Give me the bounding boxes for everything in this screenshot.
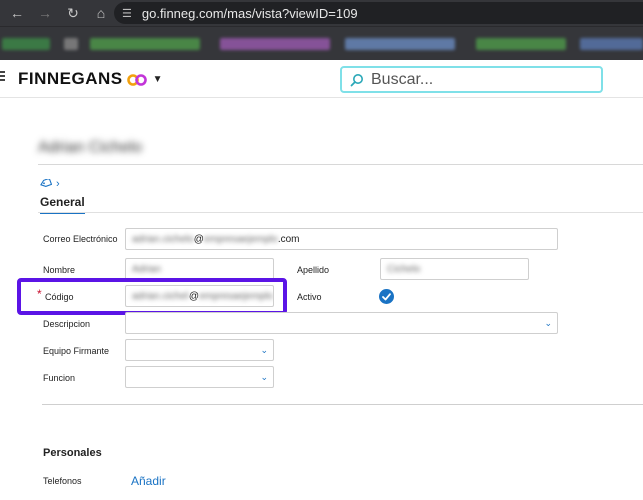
search-box[interactable] [340, 66, 603, 93]
browser-toolbar: ← → ↻ ⌂ ☰ go.finneg.com/mas/vista?viewID… [0, 0, 643, 26]
bookmark-item[interactable] [64, 38, 78, 50]
back-icon[interactable]: ← [6, 2, 28, 24]
correo-at: @ [193, 233, 204, 245]
required-mark: * [37, 287, 42, 301]
correo-user-value: adrian.cichelo [132, 233, 194, 245]
codigo-user-value: adrian.cichelo [132, 290, 189, 302]
brand-name: FINNEGANS [18, 69, 123, 88]
activo-checkbox[interactable] [379, 289, 394, 304]
bookmarks-bar [0, 26, 643, 60]
bookmark-item[interactable] [90, 38, 200, 50]
forward-icon[interactable]: → [34, 2, 56, 24]
nombre-value: Adrian [132, 263, 161, 275]
url-text: go.finneg.com/mas/vista?viewID=109 [141, 5, 358, 21]
app-header: FINNEGANS ▼ [0, 60, 643, 98]
apellido-value: Cichelo [387, 263, 421, 275]
page-title: Adrian Cichelo [38, 139, 143, 156]
descripcion-select[interactable]: ⌄ [125, 312, 558, 334]
bookmark-item[interactable] [476, 38, 566, 50]
nombre-label: Nombre [43, 265, 76, 275]
divider [42, 404, 643, 405]
divider [38, 164, 643, 165]
personales-title: Personales [43, 447, 102, 459]
funcion-select[interactable]: ⌄ [125, 366, 274, 388]
correo-suffix: .com [277, 233, 300, 245]
divider [38, 212, 643, 213]
chevron-right-icon: › [56, 178, 60, 190]
equipo-firmante-select[interactable]: ⌄ [125, 339, 274, 361]
descripcion-label: Descripcion [43, 319, 91, 329]
search-icon [350, 73, 363, 86]
funcion-label: Funcion [43, 373, 76, 383]
telefonos-label: Telefonos [43, 476, 82, 486]
tag-icon [40, 179, 52, 187]
finnegans-logo-icon [126, 72, 147, 86]
bookmark-item[interactable] [580, 38, 643, 50]
equipo-firmante-label: Equipo Firmante [43, 346, 110, 356]
activo-label: Activo [297, 292, 322, 302]
breadcrumb[interactable]: › [40, 178, 60, 190]
correo-domain-value: empresaejemplo [203, 233, 278, 245]
correo-field[interactable]: adrian.cichelo @ empresaejemplo .com [125, 228, 558, 250]
site-settings-icon[interactable]: ☰ [122, 7, 132, 20]
bookmark-item[interactable] [2, 38, 50, 50]
add-telefono-link[interactable]: Añadir [131, 474, 166, 488]
bookmark-item[interactable] [220, 38, 330, 50]
home-icon[interactable]: ⌂ [90, 2, 112, 24]
menu-icon[interactable] [0, 71, 5, 81]
reload-icon[interactable]: ↻ [62, 2, 84, 24]
chevron-down-icon: ⌄ [260, 372, 268, 382]
correo-label: Correo Electrónico [43, 234, 118, 244]
search-input[interactable] [371, 70, 591, 89]
nombre-field[interactable]: Adrian [125, 258, 274, 280]
chevron-down-icon: ▼ [152, 73, 164, 85]
brand-menu[interactable]: FINNEGANS ▼ [18, 69, 163, 89]
bookmark-item[interactable] [345, 38, 455, 50]
codigo-label: Código [45, 292, 74, 302]
codigo-field[interactable]: adrian.cichelo @ empresaejemplo [125, 285, 274, 307]
address-bar[interactable]: ☰ go.finneg.com/mas/vista?viewID=109 [114, 2, 643, 24]
apellido-field[interactable]: Cichelo [380, 258, 529, 280]
apellido-label: Apellido [297, 265, 330, 275]
chevron-down-icon: ⌄ [260, 345, 268, 355]
check-icon [382, 292, 391, 300]
codigo-at: @ [188, 290, 200, 302]
chevron-down-icon: ⌄ [544, 318, 552, 328]
codigo-domain-value: empresaejemplo [199, 290, 273, 302]
